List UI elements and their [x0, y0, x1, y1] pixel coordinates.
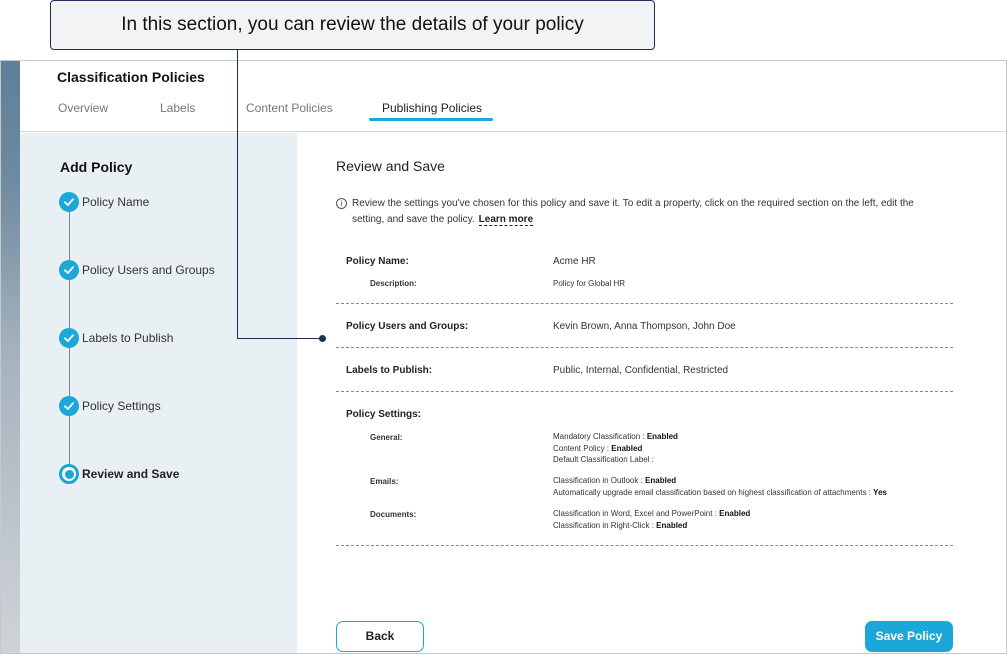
- sidebar-title: Add Policy: [60, 159, 133, 175]
- general-settings: Mandatory Classification : Enabled Conte…: [553, 431, 678, 466]
- callout-leader-dot: [319, 335, 326, 342]
- divider: [336, 303, 953, 304]
- divider: [336, 347, 953, 348]
- policy-settings-label: Policy Settings:: [346, 409, 422, 420]
- step-label: Policy Name: [82, 195, 150, 209]
- tab-labels[interactable]: Labels: [160, 101, 195, 115]
- document-settings: Classification in Word, Excel and PowerP…: [553, 508, 750, 531]
- labels-publish-value: Public, Internal, Confidential, Restrict…: [553, 365, 729, 376]
- step-label: Policy Settings: [82, 399, 161, 413]
- callout-leader-line: [237, 50, 238, 339]
- setting-line: Classification in Word, Excel and PowerP…: [553, 509, 751, 518]
- info-message: i Review the settings you've chosen for …: [336, 196, 936, 228]
- section-title: Review and Save: [336, 158, 445, 174]
- description-value: Policy for Global HR: [553, 279, 626, 288]
- users-groups-label: Policy Users and Groups:: [346, 321, 469, 332]
- page-title: Classification Policies: [57, 69, 205, 85]
- check-icon: [59, 192, 79, 212]
- check-icon: [59, 328, 79, 348]
- description-label: Description:: [370, 279, 417, 288]
- app-window: Classification Policies Overview Labels …: [0, 60, 1007, 654]
- info-text: Review the settings you've chosen for th…: [352, 198, 914, 225]
- setting-line: Classification in Outlook : Enabled: [553, 476, 677, 485]
- step-labels-to-publish[interactable]: Labels to Publish: [59, 328, 173, 348]
- divider: [336, 391, 953, 392]
- setting-line: Mandatory Classification : Enabled: [553, 432, 678, 441]
- setting-line: Default Classification Label :: [553, 455, 654, 464]
- page-header: Classification Policies Overview Labels …: [20, 61, 1006, 132]
- wizard-sidebar: Add Policy Policy Name Policy Users and …: [20, 133, 297, 653]
- check-icon: [59, 396, 79, 416]
- callout-text: In this section, you can review the deta…: [121, 14, 584, 35]
- review-panel: Review and Save i Review the settings yo…: [297, 133, 1006, 653]
- users-groups-value: Kevin Brown, Anna Thompson, John Doe: [553, 321, 736, 332]
- step-policy-users-groups[interactable]: Policy Users and Groups: [59, 260, 215, 280]
- current-step-icon: [59, 464, 79, 484]
- labels-publish-label: Labels to Publish:: [346, 365, 433, 376]
- learn-more-link[interactable]: Learn more: [478, 214, 534, 226]
- active-tab-indicator: [369, 118, 493, 121]
- callout-leader-line-horizontal: [237, 338, 323, 339]
- check-icon: [59, 260, 79, 280]
- step-policy-settings[interactable]: Policy Settings: [59, 396, 161, 416]
- tab-overview[interactable]: Overview: [58, 101, 108, 115]
- policy-name-value: Acme HR: [553, 256, 596, 267]
- email-settings: Classification in Outlook : Enabled Auto…: [553, 475, 887, 498]
- step-label: Review and Save: [82, 467, 180, 481]
- emails-label: Emails:: [370, 477, 399, 486]
- documents-label: Documents:: [370, 510, 417, 519]
- step-policy-name[interactable]: Policy Name: [59, 192, 149, 212]
- save-policy-button[interactable]: Save Policy: [865, 621, 953, 652]
- step-label: Policy Users and Groups: [82, 263, 215, 277]
- general-label: General:: [370, 433, 403, 442]
- tab-content-policies[interactable]: Content Policies: [246, 101, 333, 115]
- setting-line: Classification in Right-Click : Enabled: [553, 520, 688, 530]
- policy-name-label: Policy Name:: [346, 256, 409, 267]
- divider: [336, 545, 953, 546]
- left-rail: [1, 61, 20, 653]
- info-icon: i: [336, 198, 347, 209]
- callout-box: In this section, you can review the deta…: [50, 0, 655, 50]
- step-review-and-save[interactable]: Review and Save: [59, 464, 179, 484]
- setting-line: Automatically upgrade email classificati…: [553, 487, 887, 497]
- back-button[interactable]: Back: [336, 621, 424, 652]
- setting-line: Content Policy : Enabled: [553, 443, 643, 453]
- tab-publishing-policies[interactable]: Publishing Policies: [382, 101, 482, 115]
- step-label: Labels to Publish: [82, 331, 174, 345]
